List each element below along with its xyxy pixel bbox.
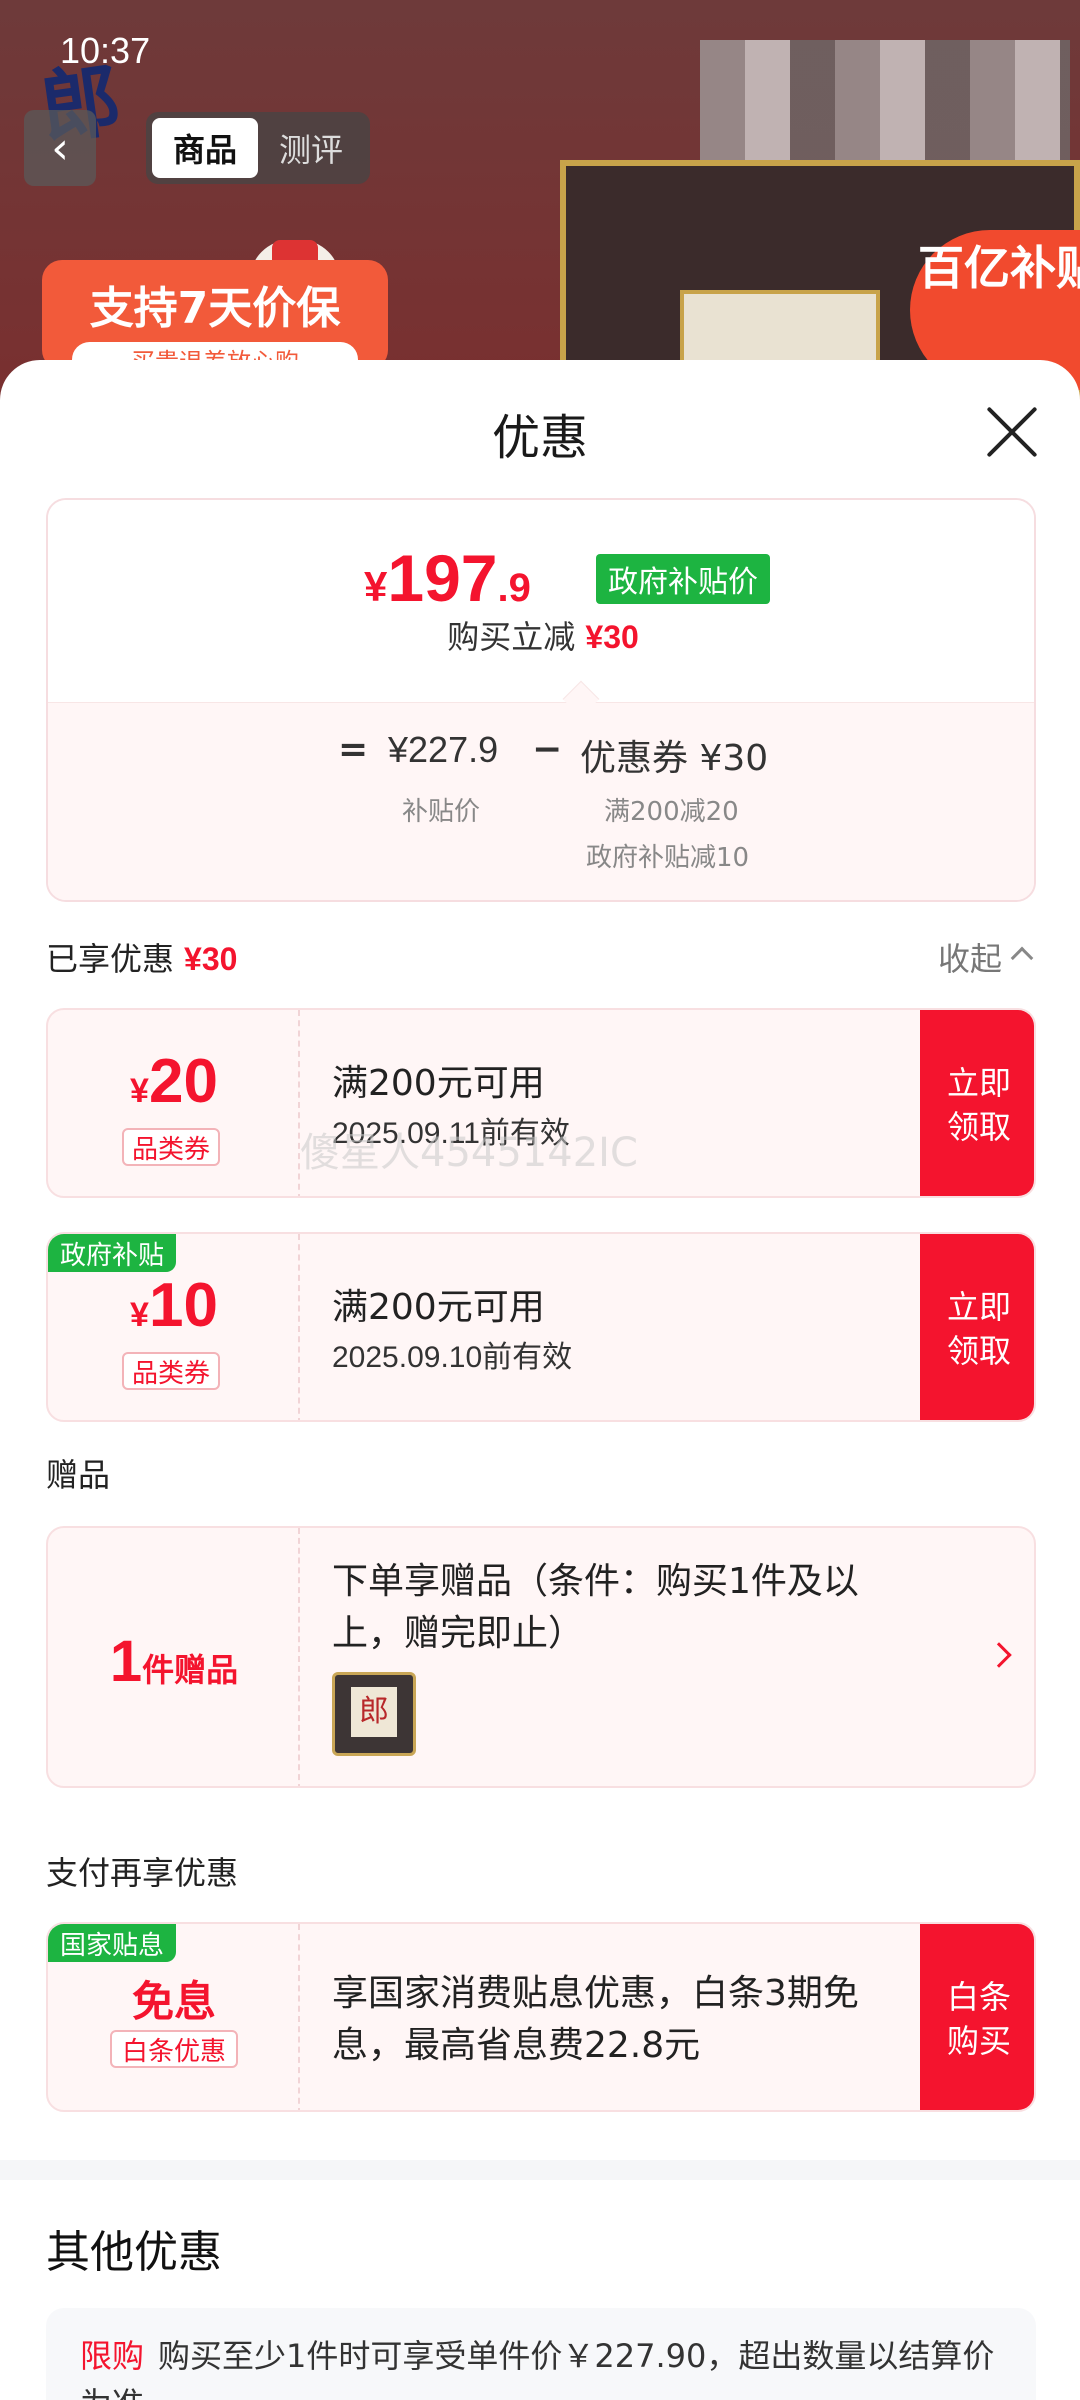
watermark: 傻星人4545142IC <box>300 1130 638 1176</box>
gift-count-area: 1件赠品 <box>48 1528 300 1786</box>
claim-label-1: 立即 <box>946 1064 1011 1102</box>
pay-description: 享国家消费贴息优惠，白条3期免息，最高省息费22.8元 <box>332 1973 859 2066</box>
coupon-value: 20 <box>148 1047 218 1116</box>
collapse-button[interactable]: 收起 <box>938 934 1002 980</box>
claim-coupon-button[interactable]: 立即 领取 <box>920 1010 1034 1196</box>
price-decimal: .9 <box>497 566 531 610</box>
section-divider <box>0 2160 1080 2180</box>
sheet-title: 优惠 <box>491 410 588 466</box>
gift-section-label: 赠品 <box>46 1456 111 1494</box>
claim-label-2: 领取 <box>946 1332 1011 1370</box>
coupon-card: ¥10 品类券 政府补贴 满200元可用 2025.09.10前有效 立即 领取 <box>46 1232 1036 1422</box>
coupon-currency: ¥ <box>130 1072 149 1110</box>
discount-sheet: 优惠 ¥ 197 .9 政府补贴价 购买立减 ¥30 = ¥227.9 − 优惠… <box>0 360 1080 2400</box>
status-time: 10:37 <box>60 30 151 71</box>
baitiao-buy-button[interactable]: 白条 购买 <box>920 1924 1034 2110</box>
claim-coupon-button[interactable]: 立即 领取 <box>920 1234 1034 1420</box>
back-button[interactable]: ‹ <box>24 110 96 186</box>
reduce-amount: ¥30 <box>585 619 639 655</box>
gift-count-unit: 件赠品 <box>142 1651 239 1689</box>
coupon-type-tag: 品类券 <box>122 1352 221 1390</box>
minus-sign: − <box>532 729 563 770</box>
coupon-condition: 满200元可用 <box>332 1063 545 1104</box>
coupon-type-tag: 品类券 <box>122 1128 221 1166</box>
pay-section-label: 支付再享优惠 <box>46 1854 239 1892</box>
blurred-region <box>700 40 1070 160</box>
reduce-line: 购买立减 ¥30 <box>48 612 1034 658</box>
page-tabs: 商品 测评 <box>146 112 370 184</box>
limit-tag: 限购 <box>80 2337 145 2375</box>
close-icon[interactable] <box>984 404 1040 460</box>
product-page-background: 郎 10:37 ‹ 商品 测评 支持7天价保 买贵退差放心购 百亿补贴 <box>0 0 1080 420</box>
subsidy-price: ¥227.9 <box>388 729 499 770</box>
coupon-total: 优惠券 ¥30 <box>580 738 769 779</box>
coupon-validity: 2025.09.10前有效 <box>332 1341 573 1374</box>
claim-label-1: 立即 <box>946 1288 1011 1326</box>
reduce-label: 购买立减 <box>447 618 576 656</box>
gift-count: 1件赠品 <box>48 1628 300 1695</box>
equals-sign: = <box>338 729 369 770</box>
enjoyed-label-text: 已享优惠 <box>46 940 175 978</box>
price-formula-section: = ¥227.9 − 优惠券 ¥30 补贴价 满200减20 政府补贴减10 <box>48 702 1034 900</box>
limit-text: 购买至少1件时可享受单件价￥227.90，超出数量以结算价为准 <box>80 2337 995 2400</box>
interest-free-title: 免息 <box>131 1977 216 2026</box>
coupon-detail-2: 政府补贴减10 <box>586 843 750 873</box>
pay-discount-card: 免息 白条优惠 享国家消费贴息优惠，白条3期免息，最高省息费22.8元 国家贴息… <box>46 1922 1036 2112</box>
claim-label-2: 领取 <box>946 1108 1011 1146</box>
chevron-up-icon <box>1010 946 1034 970</box>
price-protect-badge: 支持7天价保 买贵退差放心购 <box>42 260 388 377</box>
chevron-right-icon <box>986 1642 1012 1668</box>
price-integer: 197 <box>387 541 498 615</box>
coupon-amount: ¥10 <box>48 1270 300 1341</box>
subsidy-price-label: 补贴价 <box>402 797 481 827</box>
gift-thumbnail[interactable] <box>332 1672 416 1756</box>
enjoyed-discount-label: 已享优惠 ¥30 <box>46 934 237 980</box>
promo-title: 支持7天价保 <box>89 283 341 334</box>
tab-review[interactable]: 测评 <box>258 118 364 178</box>
gov-subsidy-corner-tag: 政府补贴 <box>48 1234 177 1272</box>
coupon-amount: ¥20 <box>48 1046 300 1117</box>
tab-goods[interactable]: 商品 <box>152 118 258 178</box>
gift-card[interactable]: 1件赠品 下单享赠品（条件：购买1件及以上，赠完即止） <box>46 1526 1036 1788</box>
coupon-amount-area: ¥20 品类券 <box>48 1010 300 1196</box>
coupon-condition: 满200元可用 <box>332 1287 545 1328</box>
price-currency: ¥ <box>364 563 388 610</box>
final-price: ¥ 197 .9 <box>364 540 531 616</box>
gift-description: 下单享赠品（条件：购买1件及以上，赠完即止） <box>332 1561 859 1654</box>
purchase-limit-card: 限购购买至少1件时可享受单件价￥227.90，超出数量以结算价为准 <box>46 2308 1036 2400</box>
gov-subsidy-price-tag: 政府补贴价 <box>596 554 770 604</box>
chevron-left-icon: ‹ <box>51 122 69 174</box>
gift-count-number: 1 <box>109 1629 143 1694</box>
coupon-value: 10 <box>148 1271 218 1340</box>
final-price-section: ¥ 197 .9 政府补贴价 购买立减 ¥30 <box>48 500 1034 702</box>
coupon-currency: ¥ <box>130 1296 149 1334</box>
national-subsidy-corner-tag: 国家贴息 <box>48 1924 177 1962</box>
other-offers-title: 其他优惠 <box>46 2227 222 2278</box>
buy-label-1: 白条 <box>946 1978 1011 2016</box>
coupon-detail-1: 满200减20 <box>604 797 739 827</box>
price-breakdown-card: ¥ 197 .9 政府补贴价 购买立减 ¥30 = ¥227.9 − 优惠券 ¥… <box>46 498 1036 902</box>
enjoyed-amount: ¥30 <box>184 941 238 977</box>
buy-label-2: 购买 <box>946 2022 1011 2060</box>
baitiao-tag: 白条优惠 <box>110 2030 239 2068</box>
